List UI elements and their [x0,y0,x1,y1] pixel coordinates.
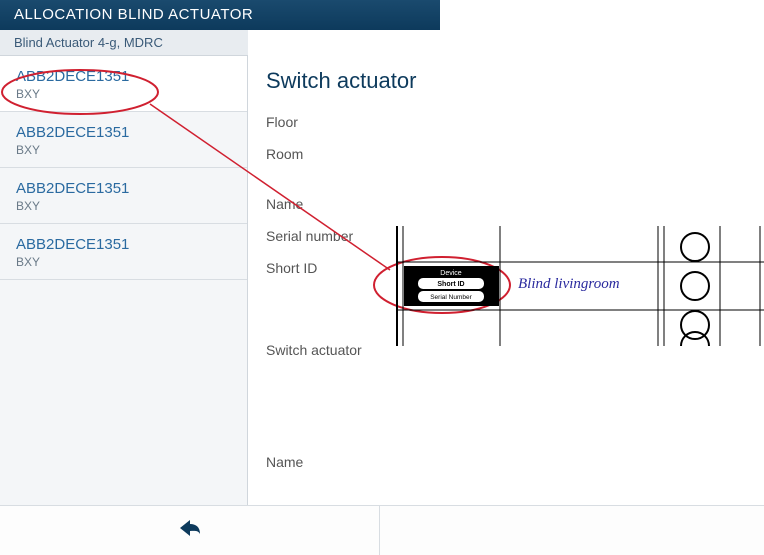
sidebar-item-sub: BXY [16,255,231,269]
sidebar-item-0[interactable]: ABB2DECE1351 BXY [0,56,247,112]
sidebar-item-code: ABB2DECE1351 [16,180,231,197]
field-shortid: Short ID [266,252,746,284]
sidebar-item-sub: BXY [16,87,231,101]
main-panel: Switch actuator Floor Room Name Serial n… [248,56,764,505]
subheader: Blind Actuator 4-g, MDRC [0,30,248,56]
device-sidebar: ABB2DECE1351 BXY ABB2DECE1351 BXY ABB2DE… [0,56,248,505]
back-arrow-icon [178,518,202,543]
sidebar-item-code: ABB2DECE1351 [16,236,231,253]
sidebar-item-code: ABB2DECE1351 [16,124,231,141]
sidebar-item-sub: BXY [16,199,231,213]
page-header: ALLOCATION BLIND ACTUATOR [0,0,440,30]
field-floor: Floor [266,106,746,138]
field-name2: Name [266,446,746,478]
sidebar-item-1[interactable]: ABB2DECE1351 BXY [0,112,247,168]
sidebar-item-sub: BXY [16,143,231,157]
field-switch-actuator: Switch actuator [266,334,746,366]
field-room: Room [266,138,746,170]
sidebar-item-code: ABB2DECE1351 [16,68,231,85]
field-name: Name [266,188,746,220]
footer-bar [0,505,764,555]
subheader-text: Blind Actuator 4-g, MDRC [14,35,163,50]
sidebar-item-2[interactable]: ABB2DECE1351 BXY [0,168,247,224]
header-title: ALLOCATION BLIND ACTUATOR [14,6,253,23]
main-title: Switch actuator [266,68,746,94]
sidebar-item-3[interactable]: ABB2DECE1351 BXY [0,224,247,280]
back-button[interactable] [0,506,380,555]
field-serial: Serial number [266,220,746,252]
